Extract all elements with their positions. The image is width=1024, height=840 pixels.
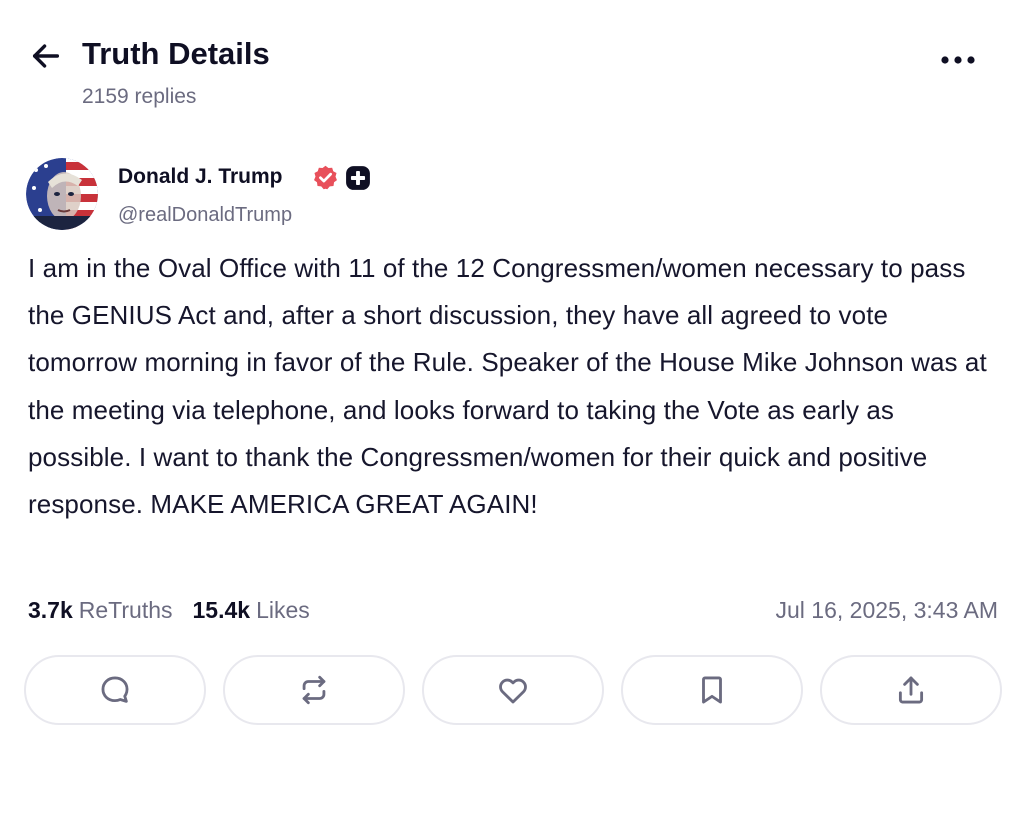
- action-bar: [24, 655, 1002, 729]
- arrow-left-icon: [29, 39, 63, 73]
- post-stats: 3.7k ReTruths 15.4k Likes: [28, 592, 310, 628]
- avatar[interactable]: [26, 158, 98, 230]
- heart-icon: [496, 673, 530, 707]
- share-icon: [894, 673, 928, 707]
- like-button[interactable]: [422, 655, 604, 725]
- bookmark-button[interactable]: [621, 655, 803, 725]
- comment-icon: [98, 673, 132, 707]
- post-text: I am in the Oval Office with 11 of the 1…: [28, 253, 987, 520]
- reply-button[interactable]: [24, 655, 206, 725]
- truth-details-page: Truth Details 2159 replies Donald J. Tru…: [0, 0, 1024, 840]
- bookmark-icon: [695, 673, 729, 707]
- retruth-button[interactable]: [223, 655, 405, 725]
- plus-badge-icon: [345, 165, 371, 191]
- retruths-count: 3.7k: [28, 597, 73, 623]
- retruths-label: ReTruths: [78, 597, 173, 623]
- header: Truth Details 2159 replies: [0, 0, 1024, 130]
- share-button[interactable]: [820, 655, 1002, 725]
- likes-stat[interactable]: 15.4k Likes: [193, 597, 310, 623]
- author-handle: @realDonaldTrump: [118, 204, 293, 226]
- verified-badge-icon: [312, 164, 339, 191]
- repost-icon: [297, 673, 331, 707]
- back-button[interactable]: [26, 36, 66, 76]
- likes-count: 15.4k: [192, 597, 251, 623]
- page-title: Truth Details: [82, 36, 270, 71]
- more-horizontal-icon: [941, 55, 975, 65]
- more-button[interactable]: [934, 42, 982, 78]
- likes-label: Likes: [256, 597, 310, 623]
- author-name[interactable]: Donald J. Trump: [118, 162, 283, 192]
- replies-count: 2159 replies: [82, 85, 197, 108]
- post-timestamp: Jul 16, 2025, 3:43 AM: [775, 597, 999, 623]
- retruths-stat[interactable]: 3.7k ReTruths: [28, 597, 173, 623]
